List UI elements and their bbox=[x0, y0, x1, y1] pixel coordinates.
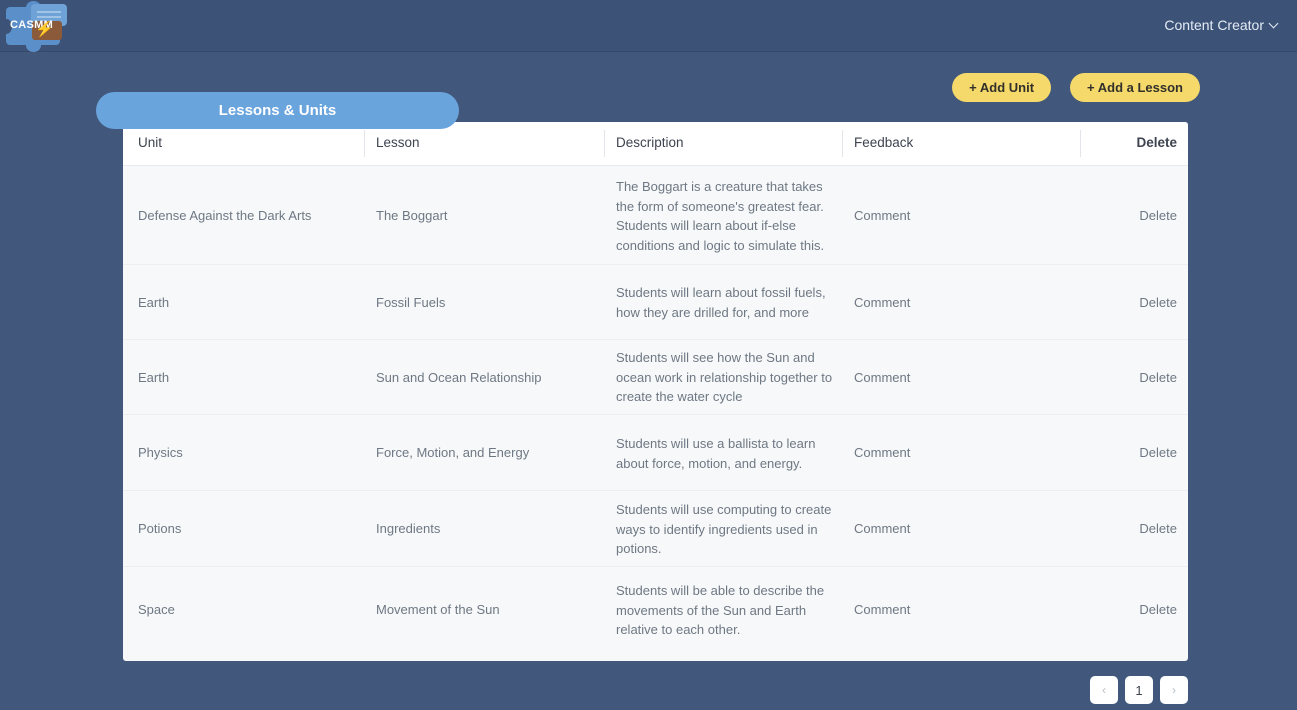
column-header-delete: Delete bbox=[1136, 135, 1177, 150]
table-row: Potions Ingredients Students will use comp… bbox=[123, 490, 1188, 566]
column-header-unit: Unit bbox=[138, 135, 163, 150]
cell-description: Students will be able to describe the mo… bbox=[616, 583, 825, 637]
header-divider bbox=[604, 130, 605, 157]
lessons-units-card: Unit Lesson Description Feedback Delete … bbox=[123, 122, 1188, 661]
cell-lesson: The Boggart bbox=[376, 208, 448, 223]
user-menu-label: Content Creator bbox=[1164, 17, 1264, 33]
cell-description: Students will learn about fossil fuels, … bbox=[616, 285, 826, 320]
cell-lesson: Ingredients bbox=[376, 521, 441, 536]
cell-lesson: Sun and Ocean Relationship bbox=[376, 370, 542, 385]
header-divider bbox=[842, 130, 843, 157]
chevron-left-icon[interactable]: ‹ bbox=[1090, 676, 1118, 704]
chevron-down-icon bbox=[1268, 18, 1279, 28]
cell-description: Students will use computing to create wa… bbox=[616, 502, 832, 556]
table-row: Earth Fossil Fuels Students will learn abo… bbox=[123, 264, 1188, 339]
table-row: Defense Against the Dark Arts The Boggart… bbox=[123, 165, 1188, 264]
lightning-bolt-icon: ⚡ bbox=[35, 21, 54, 38]
cell-unit: Potions bbox=[138, 521, 182, 536]
add-unit-button[interactable]: + Add Unit bbox=[952, 73, 1052, 102]
column-header-lesson: Lesson bbox=[376, 135, 420, 150]
comment-link[interactable]: Comment bbox=[854, 600, 974, 620]
cell-unit: Physics bbox=[138, 445, 183, 460]
table-row: Physics Force, Motion, and Energy Students… bbox=[123, 414, 1188, 490]
column-header-description: Description bbox=[616, 135, 684, 150]
top-navbar: ⚡ CASMM Content Creator bbox=[0, 0, 1297, 52]
cell-lesson: Fossil Fuels bbox=[376, 295, 446, 310]
table-row: Space Movement of the Sun Students will be… bbox=[123, 566, 1188, 652]
table-row: Earth Sun and Ocean Relationship Students … bbox=[123, 339, 1188, 414]
cell-description: The Boggart is a creature that takes the… bbox=[616, 179, 825, 253]
cell-unit: Space bbox=[138, 602, 175, 617]
page-button-1[interactable]: 1 bbox=[1125, 676, 1153, 704]
pagination: ‹ 1 › bbox=[1090, 676, 1188, 704]
comment-link[interactable]: Comment bbox=[854, 443, 974, 463]
add-lesson-button[interactable]: + Add a Lesson bbox=[1070, 73, 1200, 102]
delete-link[interactable]: Delete bbox=[1139, 519, 1177, 539]
table-body: Defense Against the Dark Arts The Boggart… bbox=[123, 165, 1188, 652]
comment-link[interactable]: Comment bbox=[854, 368, 974, 388]
cell-lesson: Force, Motion, and Energy bbox=[376, 445, 530, 460]
cell-lesson: Movement of the Sun bbox=[376, 602, 500, 617]
comment-link[interactable]: Comment bbox=[854, 519, 974, 539]
delete-link[interactable]: Delete bbox=[1139, 206, 1177, 226]
cell-description: Students will use a ballista to learn ab… bbox=[616, 436, 816, 471]
delete-link[interactable]: Delete bbox=[1139, 293, 1177, 313]
delete-link[interactable]: Delete bbox=[1139, 600, 1177, 620]
delete-link[interactable]: Delete bbox=[1139, 368, 1177, 388]
comment-link[interactable]: Comment bbox=[854, 206, 974, 226]
card-lines-icon bbox=[37, 11, 61, 13]
column-header-feedback: Feedback bbox=[854, 135, 914, 150]
cell-unit: Earth bbox=[138, 295, 170, 310]
cell-unit: Earth bbox=[138, 370, 170, 385]
header-divider bbox=[364, 130, 365, 157]
comment-link[interactable]: Comment bbox=[854, 293, 974, 313]
header-divider bbox=[1080, 130, 1081, 157]
user-menu[interactable]: Content Creator bbox=[1164, 17, 1279, 33]
action-buttons: + Add Unit + Add a Lesson bbox=[952, 73, 1200, 102]
brand-logo[interactable]: ⚡ CASMM bbox=[1, 1, 70, 52]
delete-link[interactable]: Delete bbox=[1139, 443, 1177, 463]
tab-lessons-and-units[interactable]: Lessons & Units bbox=[96, 92, 459, 129]
cell-description: Students will see how the Sun and ocean … bbox=[616, 350, 833, 404]
cell-unit: Defense Against the Dark Arts bbox=[138, 208, 312, 223]
chevron-right-icon[interactable]: › bbox=[1160, 676, 1188, 704]
